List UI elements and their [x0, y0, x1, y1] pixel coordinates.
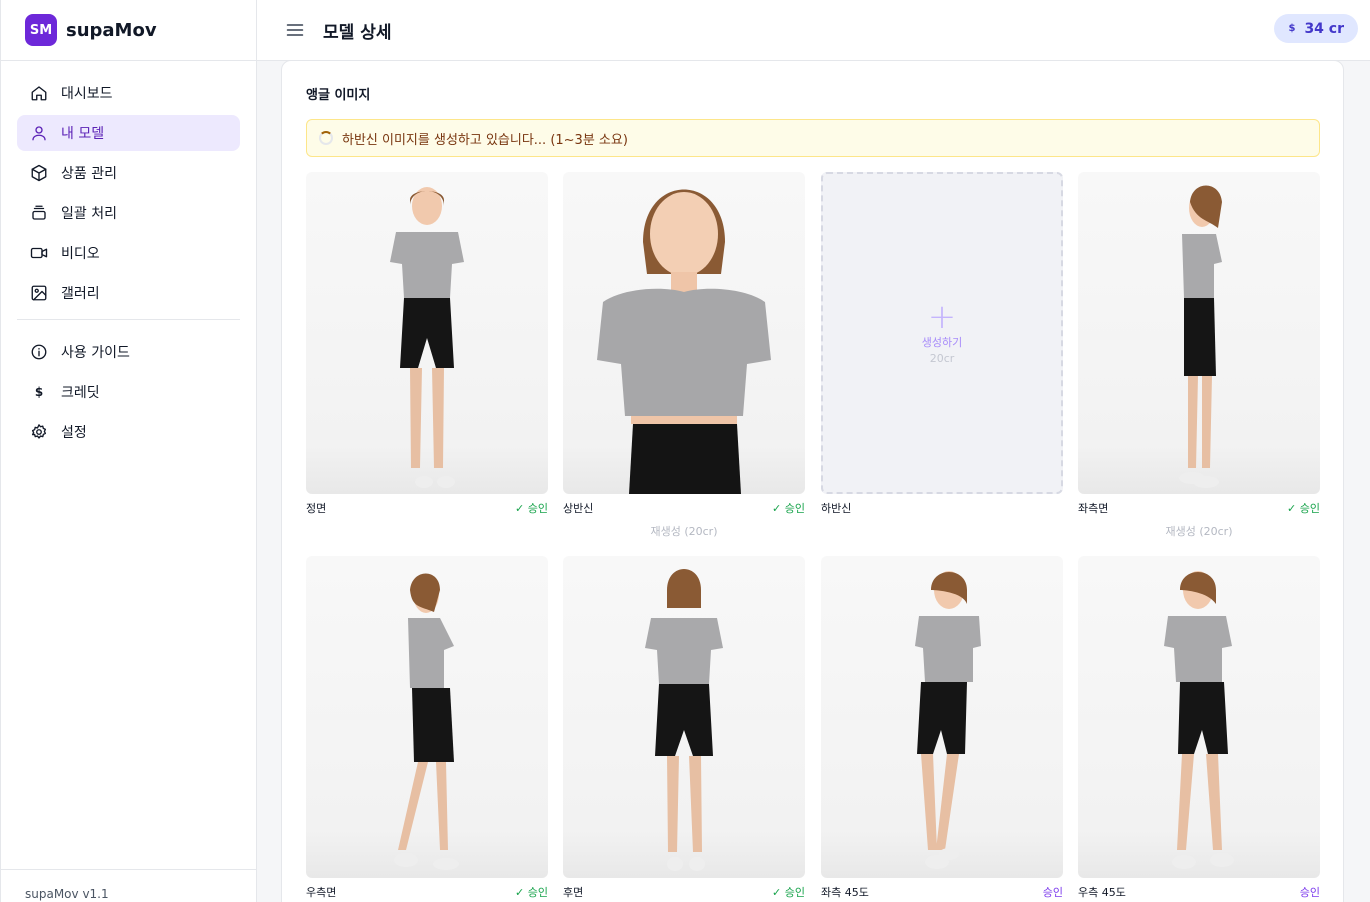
approved-status[interactable]: ✓ 승인	[772, 884, 805, 900]
plus-icon: +	[927, 296, 957, 337]
dollar-icon: $	[1288, 23, 1296, 34]
credits-badge[interactable]: $ 34 cr	[1274, 14, 1358, 43]
model-figure-icon	[645, 569, 723, 871]
model-figure-icon	[1164, 571, 1234, 869]
version-label: supaMov v1.1	[1, 869, 257, 902]
model-image-left-side[interactable]	[1078, 172, 1320, 494]
model-image-right-45[interactable]	[1078, 556, 1320, 878]
model-image-right-side[interactable]	[306, 556, 548, 878]
menu-toggle-button[interactable]	[283, 18, 307, 42]
tile-meta: 후면 ✓ 승인	[563, 884, 805, 900]
approved-status[interactable]: ✓ 승인	[515, 884, 548, 900]
model-figure-icon	[597, 189, 771, 494]
model-figure-icon	[1179, 185, 1222, 488]
model-figure-icon	[915, 571, 981, 869]
sidebar-item-label: 비디오	[61, 246, 100, 262]
hamburger-icon	[286, 24, 304, 36]
sidebar-item-label: 상품 관리	[61, 166, 117, 182]
credits-value: 34 cr	[1304, 20, 1344, 37]
page-title: 모델 상세	[323, 22, 392, 43]
model-image-back[interactable]	[563, 556, 805, 878]
tile-label: 우측 45도	[1078, 886, 1126, 899]
image-icon	[30, 284, 48, 302]
angle-images-card: 앵글 이미지 하반신 이미지를 생성하고 있습니다... (1~3분 소요) 정…	[281, 60, 1344, 902]
tile-meta: 좌측 45도 승인	[821, 884, 1063, 900]
angle-tile-lower-body: + 생성하기 20cr 하반신	[821, 172, 1063, 516]
tile-label: 하반신	[821, 502, 852, 515]
sidebar-item-dashboard[interactable]: 대시보드	[17, 75, 240, 111]
approved-status[interactable]: ✓ 승인	[515, 500, 548, 516]
sidebar-item-guide[interactable]: 사용 가이드	[17, 334, 240, 370]
angle-tile-right-45: 우측 45도 승인	[1078, 556, 1320, 900]
angle-tile-left-45: 좌측 45도 승인	[821, 556, 1063, 900]
sidebar-item-label: 사용 가이드	[61, 345, 130, 361]
spinner-icon	[319, 131, 333, 145]
approved-status[interactable]: ✓ 승인	[772, 500, 805, 516]
angle-tile-right-side: 우측면 ✓ 승인	[306, 556, 548, 900]
generate-label: 생성하기	[921, 335, 963, 349]
section-title: 앵글 이미지	[306, 88, 371, 103]
notice-text: 하반신 이미지를 생성하고 있습니다... (1~3분 소요)	[342, 132, 628, 148]
sidebar: SM supaMov 대시보드 내 모델 상품 관리 일괄 처리 비디오 갤러리…	[0, 0, 257, 902]
sidebar-item-products[interactable]: 상품 관리	[17, 155, 240, 191]
sidebar-item-label: 내 모델	[61, 126, 105, 142]
home-icon	[30, 84, 48, 102]
model-image-left-45[interactable]	[821, 556, 1063, 878]
gear-icon	[30, 423, 48, 441]
approve-button[interactable]: 승인	[1043, 884, 1063, 900]
info-icon	[30, 343, 48, 361]
top-header: 모델 상세 $ 34 cr	[257, 0, 1370, 61]
regenerate-button[interactable]: 재생성 (20cr)	[563, 523, 805, 539]
tile-label: 상반신	[563, 502, 594, 515]
sidebar-item-credits[interactable]: $ 크레딧	[17, 374, 240, 410]
sidebar-item-batch[interactable]: 일괄 처리	[17, 195, 240, 231]
sidebar-item-my-models[interactable]: 내 모델	[17, 115, 240, 151]
sidebar-item-label: 갤러리	[61, 286, 100, 302]
angle-tile-front: 정면 ✓ 승인	[306, 172, 548, 516]
model-image-front[interactable]	[306, 172, 548, 494]
sidebar-divider	[17, 319, 240, 320]
angle-tile-upper-body: 상반신 ✓ 승인 재생성 (20cr)	[563, 172, 805, 539]
dollar-icon: $	[34, 385, 44, 399]
user-icon	[30, 124, 48, 142]
tile-meta: 우측 45도 승인	[1078, 884, 1320, 900]
tile-label: 후면	[563, 886, 584, 899]
brand-logo: SM	[25, 14, 57, 46]
model-image-upper-body[interactable]	[563, 172, 805, 494]
app-root: SM supaMov 대시보드 내 모델 상품 관리 일괄 처리 비디오 갤러리…	[0, 0, 1370, 902]
approved-status[interactable]: ✓ 승인	[1287, 500, 1320, 516]
sidebar-item-label: 대시보드	[61, 86, 113, 102]
generate-slot[interactable]: + 생성하기 20cr	[821, 172, 1063, 494]
layers-icon	[30, 204, 48, 222]
sidebar-item-label: 설정	[61, 425, 87, 441]
angle-tile-left-side: 좌측면 ✓ 승인 재생성 (20cr)	[1078, 172, 1320, 539]
approve-button[interactable]: 승인	[1300, 884, 1320, 900]
tile-meta: 좌측면 ✓ 승인	[1078, 500, 1320, 516]
tile-meta: 상반신 ✓ 승인	[563, 500, 805, 516]
regenerate-button[interactable]: 재생성 (20cr)	[1078, 523, 1320, 539]
sidebar-nav: 대시보드 내 모델 상품 관리 일괄 처리 비디오 갤러리 사용 가이드 $ 크…	[1, 61, 256, 450]
sidebar-item-gallery[interactable]: 갤러리	[17, 275, 240, 311]
tile-label: 좌측 45도	[821, 886, 869, 899]
tile-label: 정면	[306, 502, 327, 515]
sidebar-item-video[interactable]: 비디오	[17, 235, 240, 271]
tile-label: 좌측면	[1078, 502, 1109, 515]
tile-meta: 정면 ✓ 승인	[306, 500, 548, 516]
tile-meta: 하반신	[821, 500, 1063, 516]
generate-cost: 20cr	[929, 351, 955, 365]
tile-meta: 우측면 ✓ 승인	[306, 884, 548, 900]
sidebar-item-settings[interactable]: 설정	[17, 414, 240, 450]
sidebar-item-label: 일괄 처리	[61, 206, 117, 222]
model-figure-icon	[394, 573, 459, 870]
angle-tile-back: 후면 ✓ 승인	[563, 556, 805, 900]
tile-label: 우측면	[306, 886, 337, 899]
brand[interactable]: SM supaMov	[1, 0, 256, 61]
brand-name: supaMov	[66, 19, 157, 41]
video-icon	[30, 244, 48, 262]
generation-notice: 하반신 이미지를 생성하고 있습니다... (1~3분 소요)	[306, 119, 1320, 157]
box-icon	[30, 164, 48, 182]
sidebar-item-label: 크레딧	[61, 385, 100, 401]
model-figure-icon	[390, 187, 464, 488]
